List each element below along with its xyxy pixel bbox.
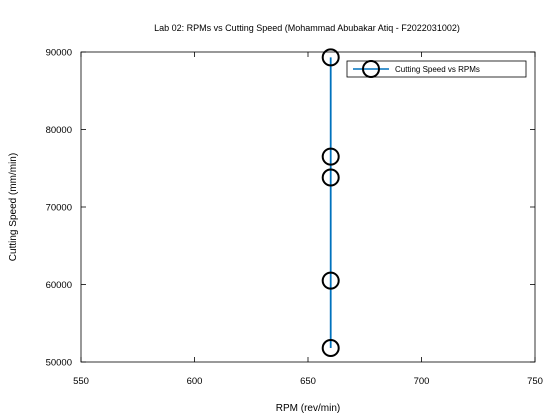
x-tick-label: 700: [414, 376, 430, 387]
x-tick-label: 750: [527, 376, 543, 387]
y-axis-label: Cutting Speed (mm/min): [8, 153, 19, 261]
chart-container: Lab 02: RPMs vs Cutting Speed (Mohammad …: [0, 0, 560, 420]
y-tick-label: 60000: [46, 280, 72, 291]
x-axis-ticks: 550 600 650 700 750: [73, 52, 543, 387]
x-tick-label: 600: [187, 376, 203, 387]
y-axis-ticks: 50000 60000 70000 80000 90000: [46, 48, 535, 369]
chart-svg: Lab 02: RPMs vs Cutting Speed (Mohammad …: [8, 23, 543, 414]
y-tick-label: 50000: [46, 358, 72, 369]
legend: Cutting Speed vs RPMs: [346, 60, 527, 78]
y-tick-label: 70000: [46, 203, 72, 214]
y-tick-label: 90000: [46, 48, 72, 59]
legend-label: Cutting Speed vs RPMs: [395, 65, 480, 74]
y-tick-label: 80000: [46, 125, 72, 136]
plot-area: [80, 51, 536, 363]
series-layer: [321, 48, 340, 358]
x-axis-label: RPM (rev/min): [276, 403, 340, 414]
x-tick-label: 650: [300, 376, 316, 387]
chart-title: Lab 02: RPMs vs Cutting Speed (Mohammad …: [154, 23, 460, 33]
x-tick-label: 550: [73, 376, 89, 387]
